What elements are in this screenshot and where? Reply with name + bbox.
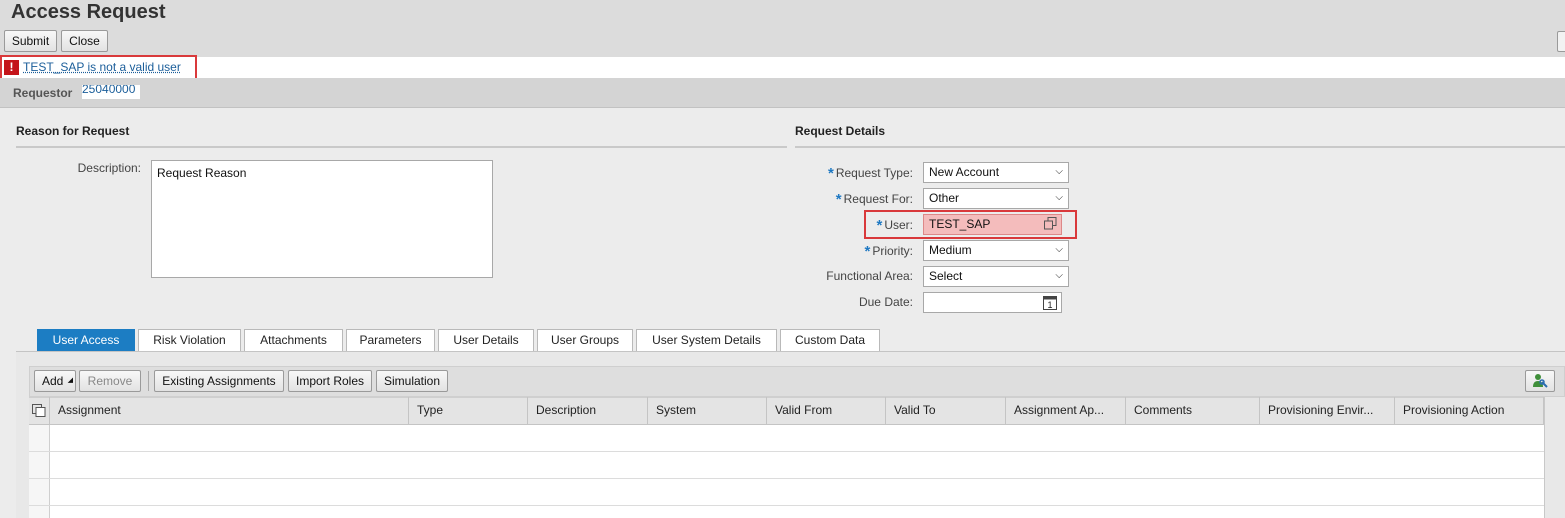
existing-assignments-button[interactable]: Existing Assignments (154, 370, 284, 392)
chevron-down-icon: ⌵ (1055, 244, 1063, 255)
details-section-divider (795, 146, 1565, 148)
import-roles-button[interactable]: Import Roles (288, 370, 372, 392)
column-header-valid-from[interactable]: Valid From (767, 397, 886, 425)
chevron-down-icon: ⌵ (1055, 166, 1063, 177)
description-textarea[interactable]: Request Reason (151, 160, 493, 278)
title-bar (0, 0, 1565, 57)
requestor-label: Requestor (13, 86, 73, 100)
functional-area-select[interactable]: Select ⌵ (923, 266, 1069, 287)
column-header-system[interactable]: System (648, 397, 767, 425)
page-title: Access Request (11, 1, 166, 23)
tab-attachments[interactable]: Attachments (244, 329, 343, 351)
chevron-down-icon: ⌵ (1055, 192, 1063, 203)
add-menu-button[interactable]: Add ◢ (34, 370, 76, 392)
priority-select[interactable]: Medium ⌵ (923, 240, 1069, 261)
menu-indicator-icon: ◢ (67, 377, 73, 384)
tab-user-groups[interactable]: User Groups (537, 329, 633, 351)
column-header-provisioning-action[interactable]: Provisioning Action (1395, 397, 1544, 425)
table-row[interactable] (29, 478, 1544, 479)
user-highlight-box (864, 210, 1077, 239)
column-header-valid-to[interactable]: Valid To (886, 397, 1006, 425)
tab-risk-violation[interactable]: Risk Violation (138, 329, 241, 351)
simulation-button[interactable]: Simulation (376, 370, 448, 392)
request-type-label: * Request Type: (827, 165, 913, 182)
select-all-cell[interactable] (29, 397, 50, 425)
table-row[interactable] (29, 505, 1544, 506)
tab-custom-data[interactable]: Custom Data (780, 329, 880, 351)
column-header-assignment[interactable]: Assignment (50, 397, 409, 425)
person-wrench-icon (1533, 374, 1548, 388)
chevron-down-icon: ⌵ (1055, 270, 1063, 281)
message-bar (0, 57, 1565, 78)
remove-button[interactable]: Remove (79, 370, 141, 392)
request-for-select[interactable]: Other ⌵ (923, 188, 1069, 209)
priority-label: * Priority: (864, 243, 913, 260)
due-date-input[interactable] (923, 292, 1062, 313)
tab-user-details[interactable]: User Details (438, 329, 534, 351)
tab-parameters[interactable]: Parameters (346, 329, 435, 351)
description-label: Description: (77, 161, 141, 175)
calendar-icon[interactable]: 1 (1043, 295, 1057, 310)
column-header-comments[interactable]: Comments (1126, 397, 1260, 425)
required-marker: * (827, 165, 834, 182)
required-marker: * (864, 243, 871, 260)
due-date-label: Due Date: (858, 295, 913, 309)
svg-text:1: 1 (1047, 300, 1052, 310)
table-row[interactable] (29, 451, 1544, 452)
column-header-description[interactable]: Description (528, 397, 648, 425)
reason-section-title: Reason for Request (16, 124, 130, 138)
reason-section-divider (16, 146, 787, 148)
column-header-type[interactable]: Type (409, 397, 528, 425)
functional-area-label: Functional Area: (826, 269, 913, 283)
select-all-icon (32, 404, 46, 417)
tab-user-system-details[interactable]: User System Details (636, 329, 777, 351)
table-scrollbar[interactable] (1544, 397, 1565, 518)
request-type-select[interactable]: New Account ⌵ (923, 162, 1069, 183)
tab-user-access[interactable]: User Access (37, 329, 135, 351)
toolbar-separator (148, 371, 149, 391)
requestor-bar (0, 78, 1565, 108)
column-header-provisioning-environment[interactable]: Provisioning Envir... (1260, 397, 1395, 425)
details-section-title: Request Details (795, 124, 886, 138)
personalize-button[interactable] (1557, 31, 1565, 52)
settings-button[interactable] (1525, 370, 1555, 392)
required-marker: * (835, 191, 842, 208)
submit-button[interactable]: Submit (4, 30, 57, 52)
requestor-value-link[interactable]: 25040000 (82, 85, 140, 99)
close-button[interactable]: Close (61, 30, 108, 52)
request-for-label: * Request For: (835, 191, 913, 208)
column-header-assignment-approver[interactable]: Assignment Ap... (1006, 397, 1126, 425)
